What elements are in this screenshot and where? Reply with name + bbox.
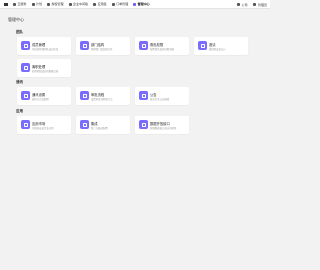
card-desc: 管理数据接口和访问密钥 <box>150 127 177 130</box>
nav-label: 云服务 <box>17 2 27 6</box>
nav-item-license[interactable]: 授权管理 <box>47 2 64 6</box>
building-icon <box>68 2 72 6</box>
nav-item-apps[interactable]: 应用集 <box>93 2 107 6</box>
approval-icon <box>80 91 89 100</box>
nav-item-plan[interactable]: 计划 <box>31 2 43 6</box>
cloud-icon <box>13 2 16 6</box>
card-store[interactable]: 应用市场 浏览和安装企业应用 <box>17 116 71 134</box>
user-menu[interactable]: 管理员 <box>253 3 267 7</box>
card-desc: 邀请新成员加入 <box>209 48 226 51</box>
nav-label: 授权管理 <box>51 2 64 6</box>
nav-label: 应用集 <box>97 2 107 6</box>
card-desc: 设置审批流程和节点 <box>91 98 113 101</box>
card-integration[interactable]: 集成 第三方集成配置 <box>76 116 130 134</box>
notice-icon <box>139 91 148 100</box>
admin-icon <box>133 2 137 6</box>
card-role[interactable]: 角色权限 配置角色及其权限范围 <box>135 37 189 55</box>
section-title-team: 团队 <box>16 30 23 34</box>
apps-icon <box>93 2 97 6</box>
card-org[interactable]: 部门结构 管理部门及层级关系 <box>76 37 130 55</box>
nav-item-cloud[interactable]: 云服务 <box>13 2 27 6</box>
topbar-right-tools: 公司 管理员 <box>231 0 267 9</box>
key-icon <box>47 2 51 6</box>
nav-label: 企业中间版 <box>73 2 89 6</box>
company-switch[interactable]: 公司 <box>236 2 248 7</box>
card-desc: 通讯方式及配置 <box>32 98 49 101</box>
card-desc: 添加和管理团队成员信息 <box>32 48 59 51</box>
card-desc: 配置角色及其权限范围 <box>150 48 174 51</box>
calendar-icon <box>31 2 35 6</box>
order-icon <box>111 2 115 6</box>
page-title: 管理中心 <box>8 17 24 22</box>
card-desc: 管理部门及层级关系 <box>91 48 113 51</box>
role-icon <box>139 41 148 50</box>
invite-icon <box>198 41 207 50</box>
user-icon <box>253 3 257 6</box>
card-desc: 处理离职成员的数据交接 <box>32 70 59 73</box>
leave-icon <box>21 63 30 72</box>
card-desc: 第三方集成配置 <box>91 127 108 130</box>
nav-item-enterprise[interactable]: 企业中间版 <box>68 2 89 6</box>
card-members[interactable]: 成员管理 添加和管理团队成员信息 <box>17 37 71 55</box>
integration-icon <box>80 120 89 129</box>
message-icon <box>21 91 30 100</box>
nav-label: 公司 <box>241 2 248 7</box>
card-notice[interactable]: 公告 发布企业公告通知 <box>135 87 189 105</box>
nav-label: 管理中心 <box>137 2 150 6</box>
card-invite[interactable]: 邀请 邀请新成员加入 <box>194 37 248 55</box>
card-approval[interactable]: 审批流程 设置审批流程和节点 <box>76 87 130 105</box>
card-api[interactable]: 数据开放接口 管理数据接口和访问密钥 <box>135 116 189 134</box>
members-icon <box>21 41 30 50</box>
section-title-apps: 应用 <box>16 109 23 113</box>
menu-icon[interactable] <box>4 2 8 6</box>
top-navigation-bar: 云服务 计划 授权管理 企业中间版 应用集 订单管理 管理中心 公司 管理员 <box>0 0 270 9</box>
nav-item-admin[interactable]: 管理中心 <box>133 2 150 6</box>
card-leave[interactable]: 离职处理 处理离职成员的数据交接 <box>17 59 71 77</box>
store-icon <box>21 120 30 129</box>
nav-item-orders[interactable]: 订单管理 <box>111 2 129 6</box>
card-message[interactable]: 通讯设置 通讯方式及配置 <box>17 87 71 105</box>
api-icon <box>139 120 148 129</box>
nav-label: 管理员 <box>257 2 267 7</box>
nav-label: 订单管理 <box>116 2 129 6</box>
company-icon <box>236 3 240 6</box>
card-desc: 发布企业公告通知 <box>150 98 170 101</box>
nav-label: 计划 <box>36 2 43 6</box>
org-icon <box>80 41 89 50</box>
card-desc: 浏览和安装企业应用 <box>32 127 54 130</box>
section-title-comms: 通讯 <box>16 80 23 84</box>
